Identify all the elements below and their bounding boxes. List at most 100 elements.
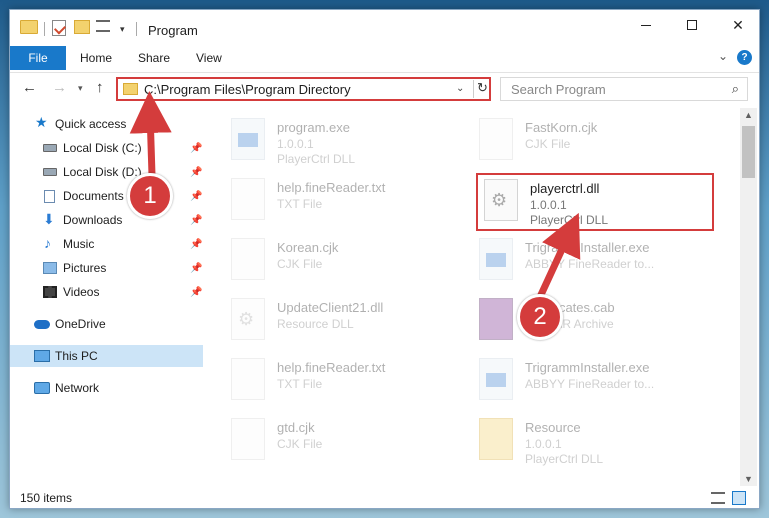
step-2-badge: 2 <box>517 294 563 340</box>
sidebar-item-local-disk-d[interactable]: Local Disk (D:) 📌 <box>10 161 203 183</box>
file-icon <box>231 238 265 280</box>
address-dropdown-icon[interactable]: ⌄ <box>456 83 464 94</box>
navigation-bar: ← → ▾ ↑ C:\Program Files\Program Directo… <box>10 72 759 102</box>
up-button[interactable]: ↑ <box>96 79 104 96</box>
address-bar[interactable]: C:\Program Files\Program Directory ⌄ ↻ <box>116 77 491 101</box>
refresh-icon[interactable]: ↻ <box>473 80 491 98</box>
documents-icon <box>44 189 55 203</box>
file-icon <box>231 358 265 400</box>
file-detail: ABBYY FineReader to... <box>525 377 655 391</box>
file-item[interactable]: Resource 1.0.0.1 PlayerCtrl DLL <box>479 418 714 474</box>
close-button[interactable]: ✕ <box>715 10 761 40</box>
sidebar-item-videos[interactable]: Videos 📌 <box>10 281 203 303</box>
sidebar-item-label: Local Disk (C:) <box>63 141 142 155</box>
file-item[interactable]: gtd.cjk CJK File <box>231 418 466 474</box>
exe-icon <box>479 238 513 280</box>
sidebar-item-network[interactable]: Network <box>10 377 203 399</box>
file-item[interactable]: TrigrammInstaller.exe ABBYY FineReader t… <box>479 358 714 414</box>
pin-icon[interactable]: 📌 <box>190 167 202 178</box>
downloads-icon: ⬇ <box>43 211 55 227</box>
sidebar-item-this-pc[interactable]: This PC <box>10 345 203 367</box>
view-icon[interactable] <box>96 20 110 32</box>
file-item[interactable]: Korean.cjk CJK File <box>231 238 466 294</box>
file-item[interactable]: help.fineReader.txt TXT File <box>231 178 466 234</box>
file-name: gtd.cjk <box>277 420 315 435</box>
search-input[interactable]: Search Program ⌕ <box>500 77 748 101</box>
file-item[interactable]: TrigrammInstaller.exe ABBYY FineReader t… <box>479 238 714 294</box>
properties-icon[interactable] <box>52 20 66 36</box>
sidebar-item-onedrive[interactable]: OneDrive <box>10 313 203 335</box>
sidebar-item-label: Pictures <box>63 261 107 275</box>
window-title: Program <box>148 23 198 38</box>
sidebar-item-pictures[interactable]: Pictures 📌 <box>10 257 203 279</box>
file-name: TrigrammInstaller.exe <box>525 360 650 375</box>
minimize-button[interactable] <box>623 10 669 40</box>
file-detail: ABBYY FineReader to... <box>525 257 655 271</box>
sidebar-item-documents[interactable]: Documents 📌 <box>10 185 203 207</box>
forward-button[interactable]: → <box>52 79 67 96</box>
pin-icon[interactable]: 📌 <box>190 215 202 226</box>
scroll-down-icon[interactable]: ▼ <box>744 474 753 484</box>
sidebar-item-label: This PC <box>55 349 98 363</box>
tab-share[interactable]: Share <box>138 51 170 65</box>
expand-ribbon-icon[interactable]: ⌄ <box>718 49 728 63</box>
step-1-badge: 1 <box>127 173 173 219</box>
pin-icon[interactable]: 📌 <box>190 287 202 298</box>
videos-icon <box>43 286 57 298</box>
file-detail: CJK File <box>525 137 571 151</box>
maximize-button[interactable] <box>669 10 715 40</box>
large-icons-view-icon[interactable] <box>732 491 746 505</box>
star-icon: ★ <box>35 114 48 130</box>
help-icon[interactable]: ? <box>737 50 752 65</box>
sidebar-item-label: Videos <box>63 285 100 299</box>
sidebar-item-label: Downloads <box>63 213 123 227</box>
tab-view[interactable]: View <box>196 51 222 65</box>
file-detail: PlayerCtrl DLL <box>525 452 604 466</box>
pin-icon[interactable]: 📌 <box>190 239 202 250</box>
sidebar-item-downloads[interactable]: ⬇ Downloads 📌 <box>10 209 203 231</box>
sidebar-item-quick-access[interactable]: ★ Quick access <box>10 113 203 135</box>
file-detail: TXT File <box>277 197 323 211</box>
pin-icon[interactable]: 📌 <box>190 263 202 274</box>
scroll-up-icon[interactable]: ▲ <box>744 110 753 120</box>
file-explorer-window: ▾ Program ✕ File Home Share View ⌄ ? ← →… <box>9 9 760 509</box>
onedrive-icon <box>34 319 50 329</box>
new-folder-icon[interactable] <box>74 20 90 34</box>
maximize-icon <box>687 20 697 30</box>
scroll-thumb[interactable] <box>742 126 755 178</box>
file-name: FastKorn.cjk <box>525 120 598 135</box>
details-view-icon[interactable] <box>711 492 725 504</box>
file-detail: Resource DLL <box>277 317 354 331</box>
recent-locations-dropdown[interactable]: ▾ <box>78 83 83 94</box>
disk-icon <box>43 168 57 176</box>
file-item[interactable]: FastKorn.cjk CJK File <box>479 118 714 174</box>
sidebar-item-music[interactable]: ♪ Music 📌 <box>10 233 203 255</box>
tab-home[interactable]: Home <box>80 51 112 65</box>
sidebar-item-label: Quick access <box>55 117 127 131</box>
customize-toolbar-dropdown[interactable]: ▾ <box>120 20 125 38</box>
exe-icon <box>479 358 513 400</box>
toolbar-divider <box>136 22 137 36</box>
highlighted-file-playerctrl-dll[interactable]: playerctrl.dll 1.0.0.1 PlayerCtrl DLL <box>476 173 714 231</box>
minimize-icon <box>641 24 651 26</box>
pin-icon[interactable]: 📌 <box>190 191 202 202</box>
file-item[interactable]: program.exe 1.0.0.1 PlayerCtrl DLL <box>231 118 466 174</box>
file-name: help.fineReader.txt <box>277 360 386 375</box>
network-icon <box>34 382 50 394</box>
tab-file[interactable]: File <box>10 46 66 70</box>
vertical-scrollbar[interactable]: ▲ ▼ <box>740 108 757 486</box>
sidebar-item-local-disk-c[interactable]: Local Disk (C:) 📌 <box>10 137 203 159</box>
file-item[interactable]: help.fineReader.txt TXT File <box>231 358 466 414</box>
file-item[interactable]: UpdateClient21.dll Resource DLL <box>231 298 466 354</box>
file-item[interactable]: playerctrl.dll 1.0.0.1 PlayerCtrl DLL <box>484 179 719 235</box>
address-path[interactable]: C:\Program Files\Program Directory <box>144 82 351 97</box>
file-detail: CJK File <box>277 437 323 451</box>
disk-icon <box>43 144 57 152</box>
ribbon-tabs: File Home Share View ⌄ ? <box>10 46 759 70</box>
pin-icon[interactable]: 📌 <box>190 143 202 154</box>
search-icon[interactable]: ⌕ <box>732 81 739 97</box>
folder-icon <box>20 20 38 34</box>
file-icon <box>231 418 265 460</box>
file-item[interactable]: Certificates.cab WinRAR Archive <box>479 298 714 354</box>
back-button[interactable]: ← <box>22 79 37 96</box>
